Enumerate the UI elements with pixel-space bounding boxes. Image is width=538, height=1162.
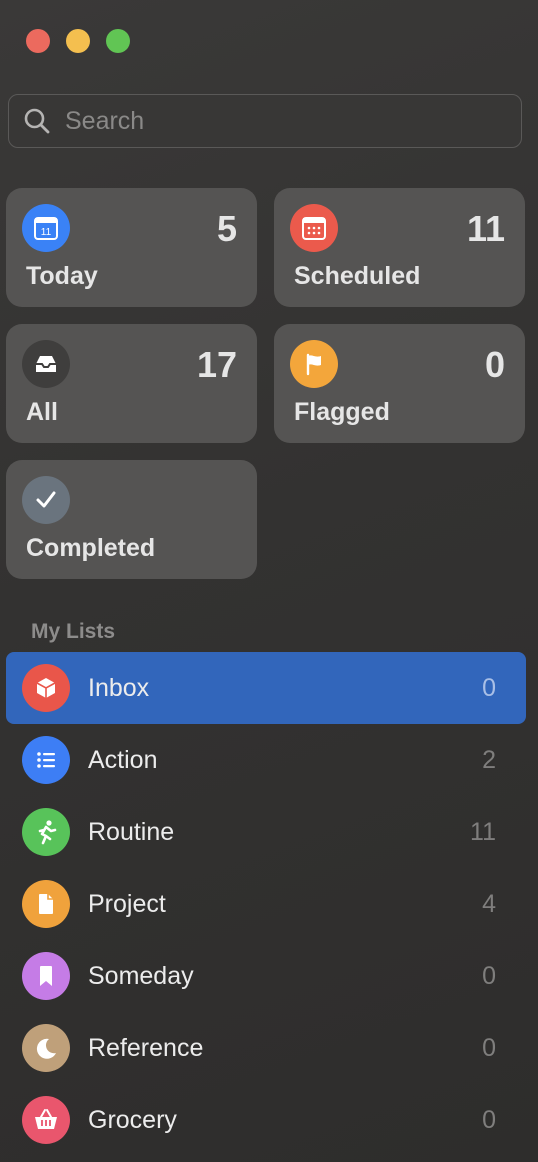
calendar-grid-icon — [290, 204, 338, 252]
smart-list-count: 5 — [216, 208, 237, 249]
list-count: 0 — [482, 961, 496, 990]
smart-list-count: 11 — [466, 208, 505, 249]
list-name: Someday — [88, 961, 194, 990]
list-name: Action — [88, 745, 158, 774]
list-item-reference[interactable]: Reference 0 — [6, 1012, 526, 1084]
list-item-action[interactable]: Action 2 — [6, 724, 526, 796]
list-item-grocery[interactable]: Grocery 0 — [6, 1084, 526, 1156]
smart-list-count: 0 — [484, 344, 505, 385]
smart-list-label: Flagged — [294, 398, 390, 426]
list-count: 0 — [482, 673, 496, 702]
list-name: Inbox — [88, 673, 150, 702]
flag-icon — [290, 340, 338, 388]
search-field[interactable] — [8, 94, 522, 148]
list-name: Reference — [88, 1033, 204, 1062]
search-icon — [24, 108, 50, 134]
svg-text:11: 11 — [41, 227, 52, 238]
smart-list-scheduled[interactable]: 11 Scheduled — [274, 188, 525, 307]
smart-list-today[interactable]: 11 5 Today — [6, 188, 257, 307]
list-item-inbox[interactable]: Inbox 0 — [6, 652, 526, 724]
smart-list-all[interactable]: 17 All — [6, 324, 257, 443]
smart-list-label: Scheduled — [294, 262, 421, 290]
smart-list-label: All — [26, 398, 58, 426]
cube-icon — [22, 664, 70, 712]
calendar-icon: 11 — [22, 204, 70, 252]
list-count: 11 — [470, 817, 496, 846]
list-count: 0 — [482, 1105, 496, 1134]
list-count: 2 — [482, 745, 496, 774]
bookmark-icon — [22, 952, 70, 1000]
smart-list-label: Today — [26, 262, 98, 290]
list-bullet-icon — [22, 736, 70, 784]
tray-icon — [22, 340, 70, 388]
smart-list-count: 17 — [196, 344, 237, 385]
list-name: Routine — [88, 817, 175, 846]
moon-icon — [22, 1024, 70, 1072]
zoom-window-button[interactable] — [106, 29, 130, 53]
list-item-someday[interactable]: Someday 0 — [6, 940, 526, 1012]
list-item-project[interactable]: Project 4 — [6, 868, 526, 940]
my-lists-heading: My Lists — [31, 620, 116, 643]
checkmark-icon — [22, 476, 70, 524]
smart-list-label: Completed — [26, 534, 156, 562]
list-count: 0 — [482, 1033, 496, 1062]
list-count: 4 — [482, 889, 496, 918]
list-name: Project — [88, 889, 166, 918]
basket-icon — [22, 1096, 70, 1144]
smart-list-flagged[interactable]: 0 Flagged — [274, 324, 525, 443]
list-item-routine[interactable]: Routine 11 — [6, 796, 526, 868]
list-name: Grocery — [88, 1105, 177, 1134]
window-controls — [26, 29, 130, 53]
minimize-window-button[interactable] — [66, 29, 90, 53]
document-icon — [22, 880, 70, 928]
search-input[interactable] — [63, 105, 487, 137]
runner-icon — [22, 808, 70, 856]
close-window-button[interactable] — [26, 29, 50, 53]
smart-list-completed[interactable]: Completed — [6, 460, 257, 579]
